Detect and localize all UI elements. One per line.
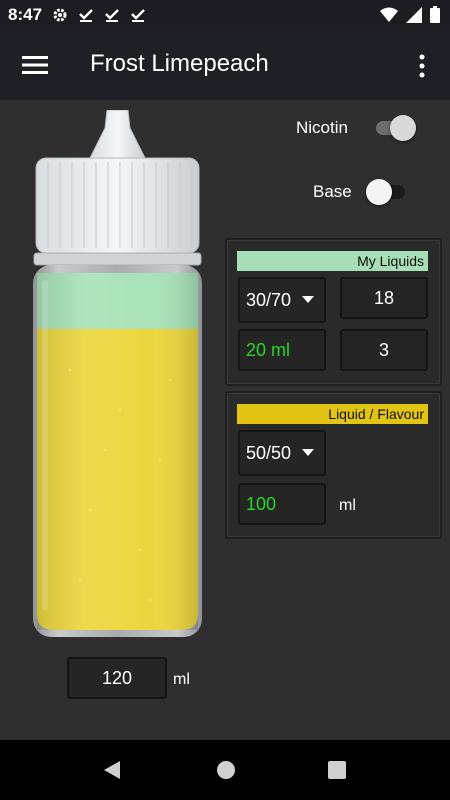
base-label: Base <box>313 182 352 201</box>
app-bar: Frost Limepeach <box>0 30 450 100</box>
bottle-illustration <box>33 110 202 637</box>
gear-icon <box>53 8 67 22</box>
more-vert-icon[interactable] <box>414 52 430 80</box>
system-nav-bar <box>0 740 450 800</box>
nicotin-toggle-thumb <box>390 115 416 141</box>
total-volume-unit: ml <box>173 671 190 688</box>
back-icon[interactable] <box>102 760 122 780</box>
recents-icon[interactable] <box>328 761 346 779</box>
home-icon[interactable] <box>216 760 236 780</box>
status-time: 8:47 <box>8 5 43 24</box>
my-liquids-header: My Liquids <box>237 251 428 271</box>
chevron-down-icon <box>302 296 314 303</box>
download-done-icon <box>105 9 119 22</box>
liquid-flavour-panel: Liquid / Flavour 50/50 100 ml <box>225 391 442 539</box>
status-bar: 8:47 <box>0 0 450 30</box>
nicotin-label: Nicotin <box>296 118 348 137</box>
download-done-icon <box>131 9 145 22</box>
base-toggle[interactable] <box>366 179 405 205</box>
my-liquids-panel: My Liquids 30/70 18 20 ml 3 <box>225 238 442 386</box>
battery-icon <box>430 6 440 23</box>
bottle-neck-ring <box>33 252 202 266</box>
base-toggle-thumb <box>366 179 392 205</box>
bottle-nozzle <box>88 110 147 161</box>
my-liquids-ratio-value: 30/70 <box>246 289 292 310</box>
nicotin-toggle[interactable] <box>376 115 416 141</box>
nicotin-toggle-track <box>376 115 416 141</box>
liquid-flavour-ratio-value: 50/50 <box>246 442 292 463</box>
my-liquids-count-input[interactable]: 3 <box>340 329 428 371</box>
my-liquids-ratio-select[interactable]: 30/70 <box>238 277 326 323</box>
base-toggle-row: Base <box>313 182 352 202</box>
nicotin-toggle-row: Nicotin <box>296 118 348 138</box>
download-done-icon <box>79 9 93 22</box>
liquid-flavour-header: Liquid / Flavour <box>237 404 428 424</box>
liquid-flavour-unit: ml <box>339 497 356 514</box>
my-liquids-amount-input[interactable]: 20 ml <box>238 329 326 371</box>
liquid-flavour-ratio-select[interactable]: 50/50 <box>238 430 326 476</box>
my-liquids-strength-input[interactable]: 18 <box>340 277 428 319</box>
base-toggle-track <box>366 179 405 205</box>
chevron-down-icon <box>302 449 314 456</box>
liquid-flavour-amount-input[interactable]: 100 <box>238 483 326 525</box>
hamburger-menu-icon[interactable] <box>22 54 48 76</box>
total-volume-input[interactable]: 120 <box>67 657 167 699</box>
wifi-icon <box>380 7 398 22</box>
page-title: Frost Limepeach <box>90 50 269 77</box>
signal-icon <box>406 6 422 23</box>
